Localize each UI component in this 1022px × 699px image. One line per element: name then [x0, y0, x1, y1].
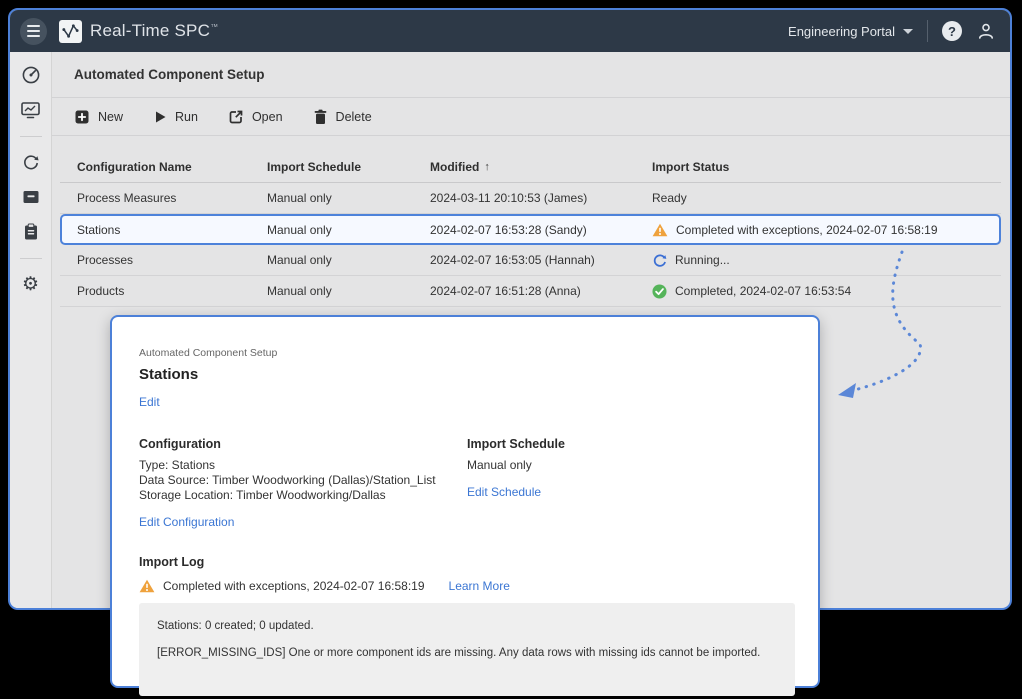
status-cell: Ready [652, 191, 1001, 205]
top-bar: Real-Time SPC™ Engineering Portal ? [10, 10, 1010, 52]
popup-title: Stations [139, 366, 791, 383]
learn-more-link[interactable]: Learn More [449, 579, 510, 593]
archive-box-icon[interactable] [18, 184, 44, 210]
header-modified[interactable]: Modified↑ [430, 160, 652, 174]
edit-schedule-link[interactable]: Edit Schedule [467, 485, 541, 499]
configuration-data-source: Data Source: Timber Woodworking (Dallas)… [139, 473, 467, 488]
sort-ascending-icon: ↑ [484, 161, 490, 173]
help-icon[interactable]: ? [942, 21, 962, 41]
table-row[interactable]: Process Measures Manual only 2024-03-11 … [60, 183, 1001, 214]
import-log-status: Completed with exceptions, 2024-02-07 16… [163, 579, 425, 593]
status-cell: Completed with exceptions, 2024-02-07 16… [652, 223, 999, 237]
portal-label: Engineering Portal [788, 24, 895, 39]
topbar-divider [927, 20, 928, 42]
hamburger-menu-icon[interactable] [20, 18, 47, 45]
import-log-heading: Import Log [139, 555, 791, 569]
table-row[interactable]: Processes Manual only 2024-02-07 16:53:0… [60, 245, 1001, 276]
header-import-status[interactable]: Import Status [652, 160, 1001, 174]
play-icon [153, 110, 167, 124]
table-row[interactable]: Products Manual only 2024-02-07 16:51:28… [60, 276, 1001, 307]
sidebar-divider [20, 136, 42, 137]
run-button[interactable]: Run [153, 110, 198, 124]
settings-gear-icon[interactable]: ⚙ [18, 271, 44, 297]
configurations-table: Configuration Name Import Schedule Modif… [60, 152, 1001, 307]
status-cell: Completed, 2024-02-07 16:53:54 [652, 284, 1001, 299]
configuration-heading: Configuration [139, 437, 467, 451]
dashboard-gauge-icon[interactable] [18, 62, 44, 88]
toolbar: New Run Open Delete [52, 98, 1010, 136]
page-title: Automated Component Setup [74, 67, 265, 82]
trademark-symbol: ™ [210, 22, 218, 31]
log-line: Stations: 0 created; 0 updated. [157, 620, 777, 632]
edit-configuration-link[interactable]: Edit Configuration [139, 515, 234, 529]
import-schedule-section: Import Schedule Manual only Edit Schedul… [467, 437, 565, 531]
popup-breadcrumb: Automated Component Setup [139, 347, 791, 359]
detail-popup-card: Automated Component Setup Stations Edit … [110, 315, 820, 688]
header-configuration-name[interactable]: Configuration Name [77, 160, 267, 174]
clipboard-icon[interactable] [18, 219, 44, 245]
import-log-output: Stations: 0 created; 0 updated. [ERROR_M… [139, 603, 795, 696]
plus-square-icon [74, 109, 90, 125]
app-logo-icon [59, 20, 82, 43]
sidebar-divider [20, 258, 42, 259]
table-row-selected[interactable]: Stations Manual only 2024-02-07 16:53:28… [60, 214, 1001, 245]
sync-icon[interactable] [18, 149, 44, 175]
log-line: [ERROR_MISSING_IDS] One or more componen… [157, 647, 777, 659]
warning-icon [652, 223, 668, 237]
screenshot-stage: Real-Time SPC™ Engineering Portal ? [0, 0, 1022, 699]
open-external-icon [228, 109, 244, 125]
status-cell: Running... [652, 253, 1001, 268]
monitor-chart-icon[interactable] [18, 97, 44, 123]
table-header-row: Configuration Name Import Schedule Modif… [60, 152, 1001, 183]
edit-link[interactable]: Edit [139, 395, 160, 409]
user-account-icon[interactable] [976, 21, 996, 41]
import-schedule-heading: Import Schedule [467, 437, 565, 451]
completed-check-icon [652, 284, 667, 299]
left-nav-sidebar: ⚙ [10, 52, 52, 608]
header-import-schedule[interactable]: Import Schedule [267, 160, 430, 174]
warning-icon [139, 579, 155, 593]
chevron-down-icon [903, 29, 913, 34]
trash-icon [313, 109, 328, 125]
import-schedule-value: Manual only [467, 458, 565, 473]
configuration-storage-location: Storage Location: Timber Woodworking/Dal… [139, 488, 467, 503]
delete-button[interactable]: Delete [313, 109, 372, 125]
configuration-type: Type: Stations [139, 458, 467, 473]
new-button[interactable]: New [74, 109, 123, 125]
configuration-section: Configuration Type: Stations Data Source… [139, 437, 467, 531]
open-button[interactable]: Open [228, 109, 283, 125]
portal-selector[interactable]: Engineering Portal [788, 24, 913, 39]
import-log-section: Import Log Completed with exceptions, 20… [139, 555, 791, 696]
page-title-bar: Automated Component Setup [52, 52, 1010, 98]
running-refresh-icon [652, 253, 667, 268]
brand-title: Real-Time SPC™ [90, 21, 218, 41]
